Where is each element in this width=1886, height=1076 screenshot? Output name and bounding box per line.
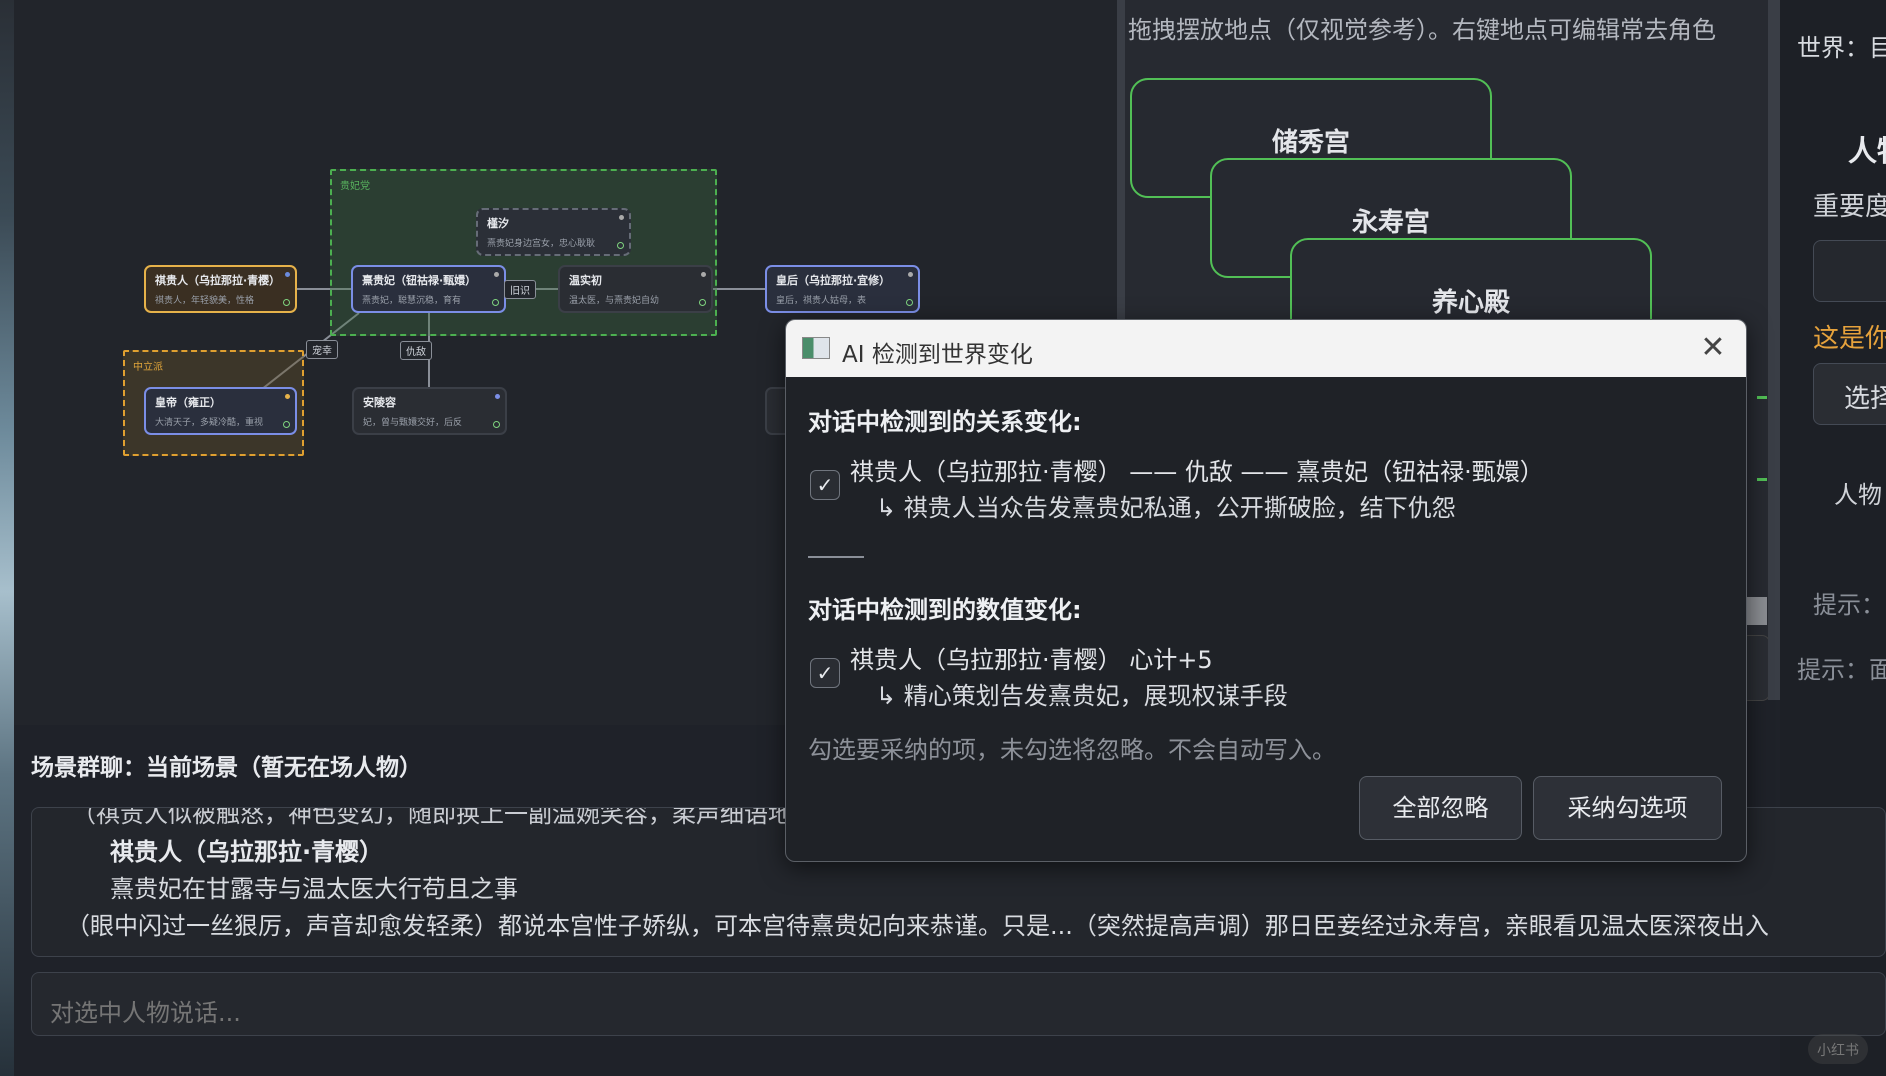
character-card-heading: 人物卡 [1848,134,1886,168]
dialog-titlebar[interactable]: AI 检测到世界变化 ✕ [786,320,1746,377]
location-edge-fragment [1757,396,1767,399]
edge-label-old-acquaintance[interactable]: 旧识 [504,280,536,299]
ignore-all-button[interactable]: 全部忽略 [1359,776,1522,840]
edge-label-rival[interactable]: 仇敌 [400,341,432,360]
value-change-checkbox[interactable]: ✓ [810,658,840,688]
node-jinxi[interactable]: 槿汐 熹贵妃身边宫女，忠心耿耿 [476,208,631,256]
scene-chat-title: 场景群聊：当前场景（暂无在场人物） [31,755,422,781]
node-empress[interactable]: 皇后（乌拉那拉·宜修） 皇后，祺贵人姑母，表 [765,265,920,313]
importance-field[interactable] [1813,240,1886,302]
locations-hint: 拖拽摆放地点（仅视觉参考）。右键地点可编辑常去角色 [1128,16,1716,44]
watermark-logo: 小红书 [1808,1034,1868,1064]
location-name: 储秀宫 [1271,128,1350,158]
accept-checked-button[interactable]: 采纳勾选项 [1533,776,1722,840]
node-handle-icon[interactable] [617,242,624,249]
node-name: 皇后（乌拉那拉·宜修） [776,274,891,287]
dialog-note: 勾选要采纳的项，未勾选将忽略。不会自动写入。 [808,736,1336,764]
node-qi-guiren[interactable]: 祺贵人（乌拉那拉·青樱） 祺贵人，年轻貌美，性格 [144,265,297,313]
chat-message-text: 熹贵妃在甘露寺与温太医大行苟且之事 [110,875,518,903]
node-handle-icon[interactable] [283,421,290,428]
node-handle-icon[interactable] [493,421,500,428]
node-desc: 祺贵人，年轻貌美，性格 [155,296,255,306]
node-desc: 大清天子，多疑冷酷，重视 [155,418,264,428]
locations-scrollbar[interactable] [1768,0,1780,700]
tip-text: 提示：面 [1797,656,1886,684]
node-name: 温实初 [569,274,602,287]
app-icon [802,337,830,359]
location-edge-fragment [1757,478,1767,481]
node-handle-icon[interactable] [906,299,913,306]
close-icon[interactable]: ✕ [1694,330,1732,368]
node-emperor[interactable]: 皇帝（雍正） 大清天子，多疑冷酷，重视 [144,387,297,435]
node-an-lingrong[interactable]: 安陵容 妃，曾与甄嬛交好，后反 [352,387,507,435]
node-status-dot [494,272,499,277]
node-name: 安陵容 [363,396,396,409]
value-change-item: 祺贵人（乌拉那拉·青樱） 心计+5 [850,646,1213,674]
node-desc: 皇后，祺贵人姑母，表 [776,296,867,306]
value-changes-heading: 对话中检测到的数值变化: [808,596,1082,624]
chat-message-text: （眼中闪过一丝狠厉，声音却愈发轻柔）都说本宫性子娇纵，可本宫待熹贵妃向来恭谨。只… [66,912,1769,940]
node-status-dot [285,394,290,399]
chat-input[interactable] [31,972,1886,1036]
faction-label: 中立派 [133,362,163,373]
location-name: 养心殿 [1431,288,1510,318]
tip-text: 提示： [1813,591,1885,619]
relation-change-checkbox[interactable]: ✓ [810,470,840,500]
node-name: 祺贵人（乌拉那拉·青樱） [155,274,281,287]
node-status-dot [701,272,706,277]
node-name: 熹贵妃（钮祜禄·甄嬛） [362,274,477,287]
chat-speaker-name: 祺贵人（乌拉那拉·青樱） [110,838,384,866]
relation-changes-heading: 对话中检测到的关系变化: [808,408,1082,436]
player-character-note: 这是你 [1813,324,1886,354]
node-status-dot [495,394,500,399]
node-status-dot [619,215,624,220]
node-handle-icon[interactable] [283,299,290,306]
select-button[interactable]: 选择 [1813,363,1886,425]
node-name: 槿汐 [487,217,509,230]
node-handle-icon[interactable] [699,299,706,306]
faction-label: 贵妃党 [340,181,370,192]
dialog-title: AI 检测到世界变化 [842,342,1033,368]
location-name: 永寿宫 [1351,208,1430,238]
node-desc: 熹贵妃，聪慧沉稳，育有 [362,296,462,306]
node-xi-guifei[interactable]: 熹贵妃（钮祜禄·甄嬛） 熹贵妃，聪慧沉稳，育有 [351,265,506,313]
node-status-dot [285,272,290,277]
edge-label-favor[interactable]: 宠幸 [306,340,338,359]
node-handle-icon[interactable] [492,299,499,306]
world-label: 世界：目 [1797,34,1886,62]
section-separator [808,556,864,558]
person-label: 人物 [1834,481,1882,509]
node-wen-shichu[interactable]: 温实初 温太医，与熹贵妃自幼 [558,265,713,313]
desktop-wallpaper-strip [0,0,14,1076]
locations-scroll-thumb[interactable] [1745,597,1767,625]
node-desc: 熹贵妃身边宫女，忠心耿耿 [487,239,596,249]
importance-label: 重要度 [1813,192,1886,222]
node-name: 皇帝（雍正） [155,396,221,409]
value-change-reason: ↳ 精心策划告发熹贵妃，展现权谋手段 [876,682,1288,710]
node-desc: 妃，曾与甄嬛交好，后反 [363,418,463,428]
world-change-dialog[interactable]: AI 检测到世界变化 ✕ 对话中检测到的关系变化: ✓ 祺贵人（乌拉那拉·青樱）… [785,319,1747,862]
relation-change-reason: ↳ 祺贵人当众告发熹贵妃私通，公开撕破脸，结下仇怨 [876,494,1456,522]
node-status-dot [908,272,913,277]
node-desc: 温太医，与熹贵妃自幼 [569,296,660,306]
relation-change-item: 祺贵人（乌拉那拉·青樱） —— 仇敌 —— 熹贵妃（钮祜禄·甄嬛） [850,458,1544,486]
